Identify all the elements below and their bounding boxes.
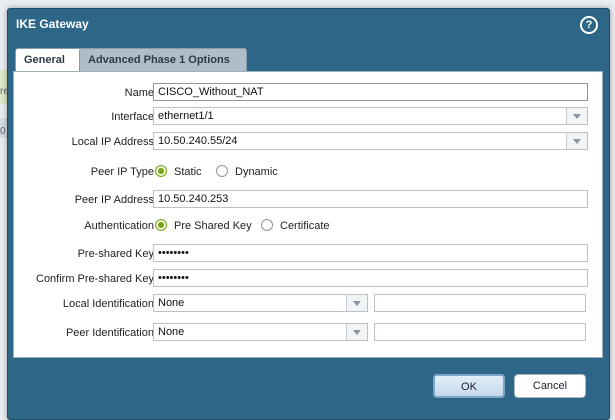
local-id-text-input[interactable] <box>374 294 586 312</box>
peer-ip-input[interactable]: 10.50.240.253 <box>153 190 588 208</box>
local-id-select[interactable]: None <box>153 294 368 312</box>
confirm-psk-input[interactable]: •••••••• <box>153 269 588 287</box>
peer-id-value: None <box>158 326 185 338</box>
name-input[interactable]: CISCO_Without_NAT <box>153 83 588 101</box>
ok-button[interactable]: OK <box>433 374 505 398</box>
auth-certificate-label: Certificate <box>280 220 330 232</box>
dialog-title: IKE Gateway <box>16 17 89 31</box>
auth-psk-radio[interactable] <box>155 219 167 231</box>
tab-advanced-phase1-options[interactable]: Advanced Phase 1 Options <box>79 48 247 71</box>
local-ip-value: 10.50.240.55/24 <box>158 135 238 147</box>
chevron-down-icon[interactable] <box>346 324 367 340</box>
chevron-down-icon[interactable] <box>566 133 587 149</box>
local-ip-label: Local IP Address <box>71 136 154 148</box>
confirm-psk-label: Confirm Pre-shared Key <box>36 273 154 285</box>
auth-certificate-radio[interactable] <box>261 219 273 231</box>
local-id-label: Local Identification <box>62 298 154 310</box>
peer-ip-type-label: Peer IP Type <box>90 166 154 178</box>
peer-ip-dynamic-radio[interactable] <box>216 165 228 177</box>
interface-label: Interface <box>111 111 154 123</box>
peer-id-text-input[interactable] <box>374 323 586 341</box>
ike-gateway-dialog: IKE Gateway ? General Advanced Phase 1 O… <box>7 8 610 420</box>
chevron-down-icon[interactable] <box>566 108 587 124</box>
psk-label: Pre-shared Key <box>77 248 154 260</box>
peer-id-select[interactable]: None <box>153 323 368 341</box>
local-id-value: None <box>158 297 185 309</box>
background-text: 0 <box>0 126 6 137</box>
authentication-label: Authentication <box>84 220 154 232</box>
peer-ip-label: Peer IP Address <box>74 194 154 206</box>
interface-select[interactable]: ethernet1/1 <box>153 107 588 125</box>
peer-ip-dynamic-label: Dynamic <box>235 166 278 178</box>
peer-id-label: Peer Identification <box>65 327 154 339</box>
peer-ip-static-radio[interactable] <box>155 165 167 177</box>
tab-general[interactable]: General <box>15 48 85 73</box>
cancel-button[interactable]: Cancel <box>514 374 586 398</box>
name-label: Name <box>124 87 154 99</box>
interface-value: ethernet1/1 <box>158 110 214 122</box>
help-icon[interactable]: ? <box>580 16 598 34</box>
psk-input[interactable]: •••••••• <box>153 244 588 262</box>
auth-psk-label: Pre Shared Key <box>174 220 252 232</box>
local-ip-select[interactable]: 10.50.240.55/24 <box>153 132 588 150</box>
peer-ip-static-label: Static <box>174 166 202 178</box>
chevron-down-icon[interactable] <box>346 295 367 311</box>
general-panel: Name CISCO_Without_NAT Interface etherne… <box>13 71 603 358</box>
